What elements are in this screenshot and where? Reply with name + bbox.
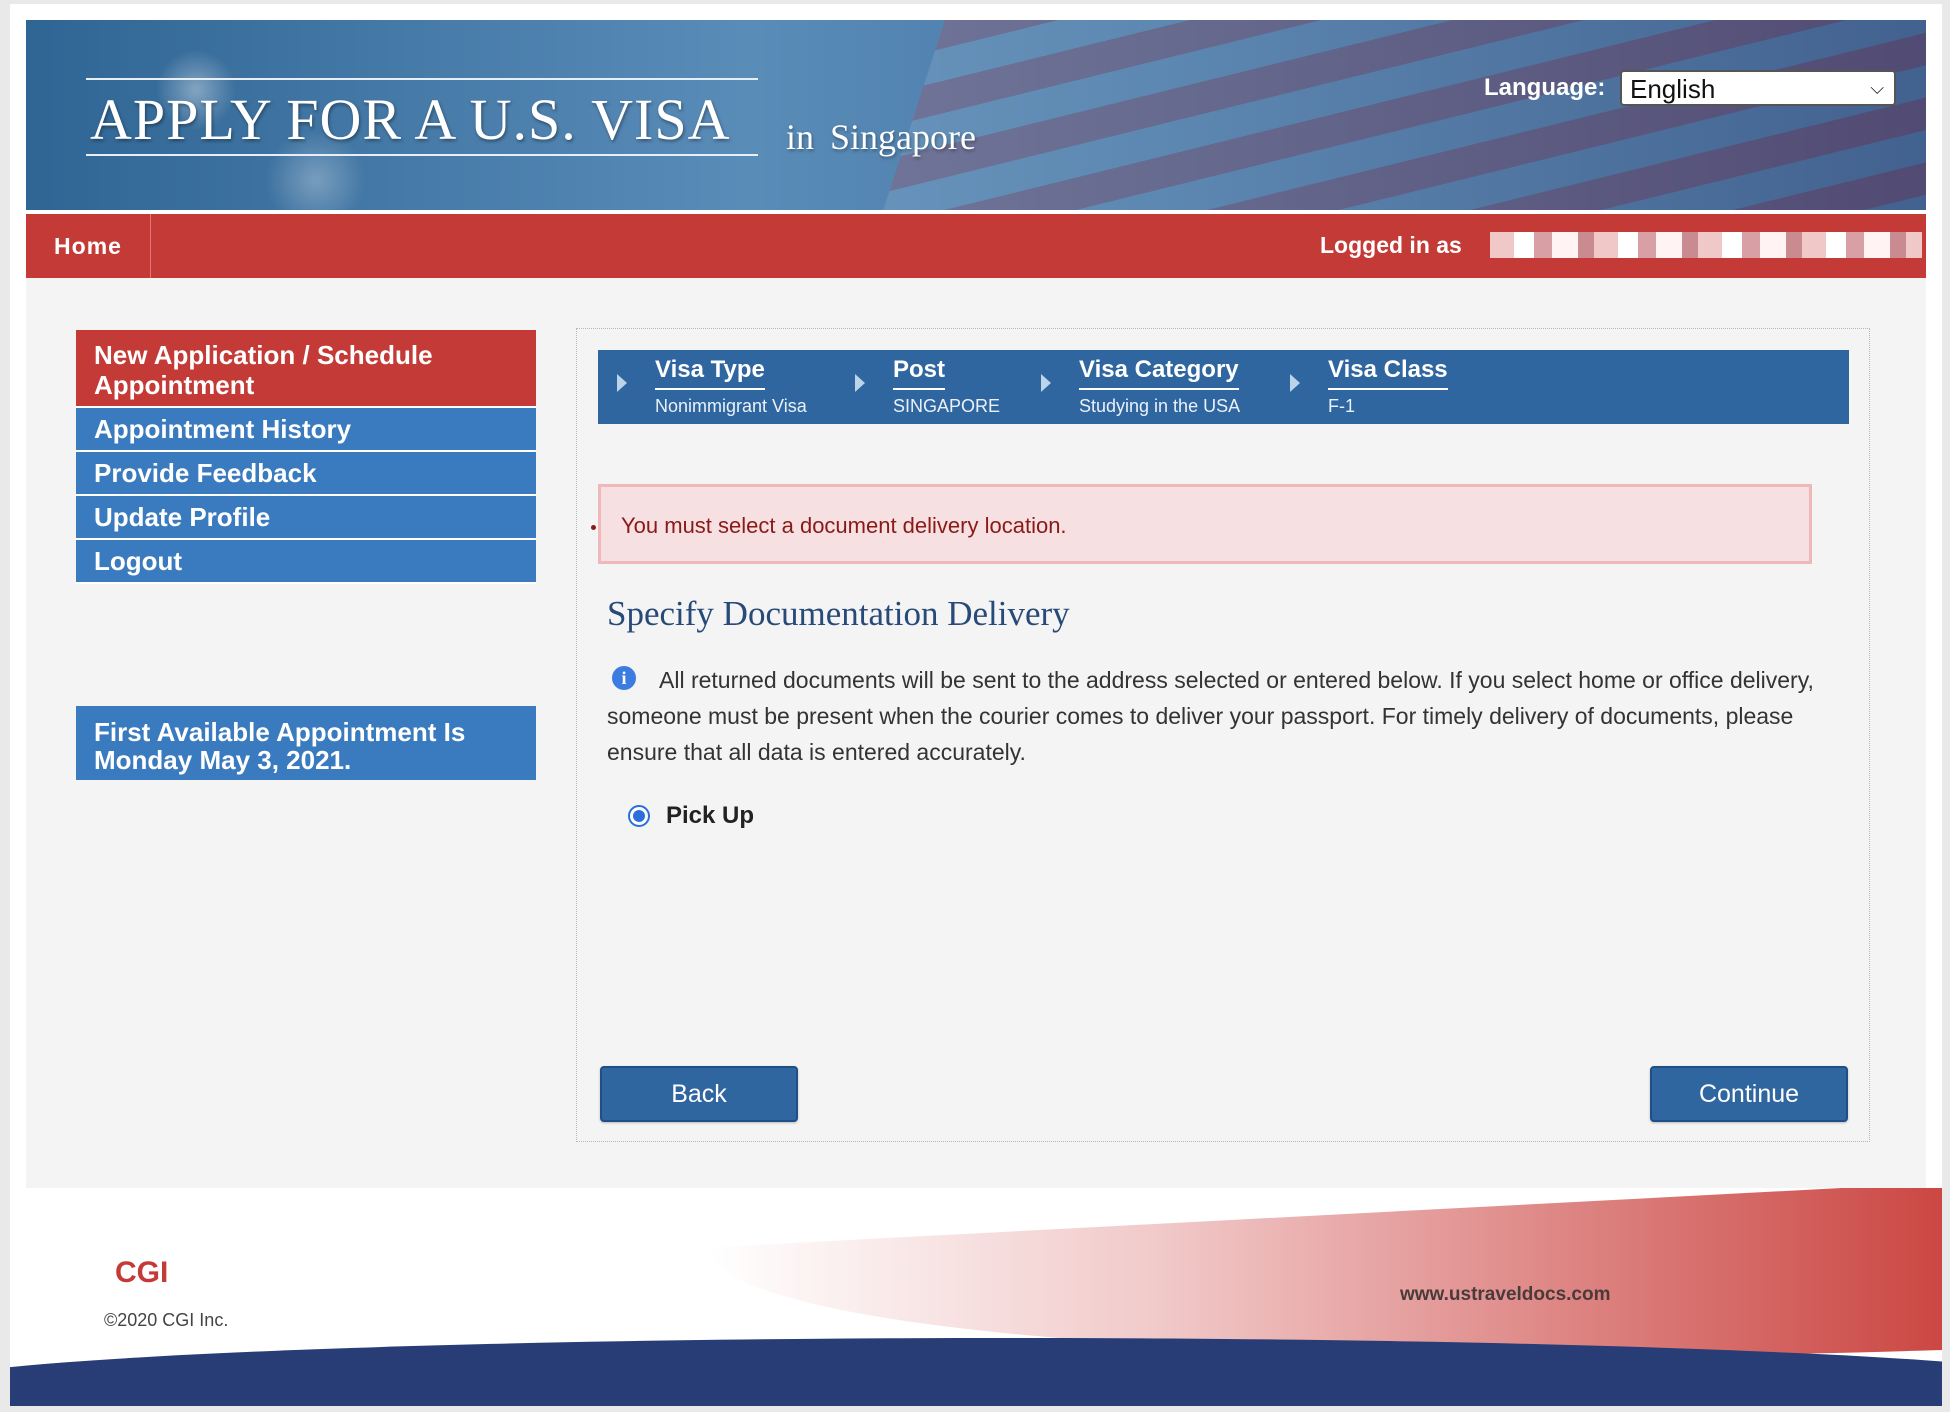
step-label: Post [893,356,946,390]
section-title: Specify Documentation Delivery [607,594,1070,633]
step-visa-class: Visa Class F-1 [1290,356,1448,417]
step-arrow-icon [617,374,627,392]
error-message: You must select a document delivery loca… [621,513,1067,538]
error-message-box: You must select a document delivery loca… [591,484,1812,564]
sidebar-menu: New Application / Schedule Appointment A… [76,330,536,584]
cgi-logo[interactable]: CGI [115,1256,168,1290]
progress-steps: Visa Type Nonimmigrant Visa Post SINGAPO… [598,350,1849,424]
step-arrow-icon [855,374,865,392]
language-select[interactable]: English ⌵ [1620,70,1896,106]
step-value: Studying in the USA [1079,396,1241,416]
step-arrow-icon [1041,374,1051,392]
sidebar-item-logout[interactable]: Logout [76,540,536,584]
step-visa-category: Visa Category Studying in the USA [1041,356,1241,417]
step-label: Visa Type [655,356,765,390]
country-label: in Singapore [786,116,976,158]
title-rule-bottom [86,154,758,156]
step-value: SINGAPORE [893,396,1001,416]
step-post: Post SINGAPORE [855,356,1001,417]
info-text: All returned documents will be sent to t… [607,667,1814,765]
pickup-radio-label[interactable]: Pick Up [666,802,754,830]
step-label: Visa Class [1328,356,1448,390]
copyright-text: ©2020 CGI Inc. [104,1310,229,1330]
continue-button[interactable]: Continue [1650,1066,1848,1122]
sidebar-item-provide-feedback[interactable]: Provide Feedback [76,452,536,496]
top-navbar: Home Logged in as [26,214,1926,278]
footer-blue-swoosh [10,1338,1942,1406]
back-button[interactable]: Back [600,1066,798,1122]
in-word: in [786,117,815,157]
footer: CGI ©2020 CGI Inc. www.ustraveldocs.com [10,1188,1942,1406]
logged-in-label: Logged in as [1320,232,1462,258]
language-selected-value: English [1630,74,1716,104]
step-value: F-1 [1328,396,1355,416]
chevron-down-icon: ⌵ [1870,78,1884,98]
first-available-appointment: First Available Appointment Is Monday Ma… [76,706,536,780]
step-visa-type: Visa Type Nonimmigrant Visa [617,356,807,417]
language-label: Language: [1484,74,1606,101]
redacted-username [1490,232,1922,258]
nav-home-link[interactable]: Home [26,214,151,278]
site-title[interactable]: APPLY FOR A U.S. VISA [90,86,731,153]
step-label: Visa Category [1079,356,1239,390]
flag-graphic [854,20,1926,210]
step-arrow-icon [1290,374,1300,392]
pickup-radio-button[interactable] [628,805,650,827]
sidebar-item-new-application[interactable]: New Application / Schedule Appointment [76,330,536,408]
sidebar-item-appointment-history[interactable]: Appointment History [76,408,536,452]
footer-site-url[interactable]: www.ustraveldocs.com [1400,1284,1610,1306]
title-rule-top [86,78,758,80]
country-name: Singapore [830,117,976,157]
header-banner: APPLY FOR A U.S. VISA in Singapore Langua… [26,20,1926,210]
error-bullet [591,525,596,530]
step-value: Nonimmigrant Visa [655,396,807,416]
sidebar-item-update-profile[interactable]: Update Profile [76,496,536,540]
